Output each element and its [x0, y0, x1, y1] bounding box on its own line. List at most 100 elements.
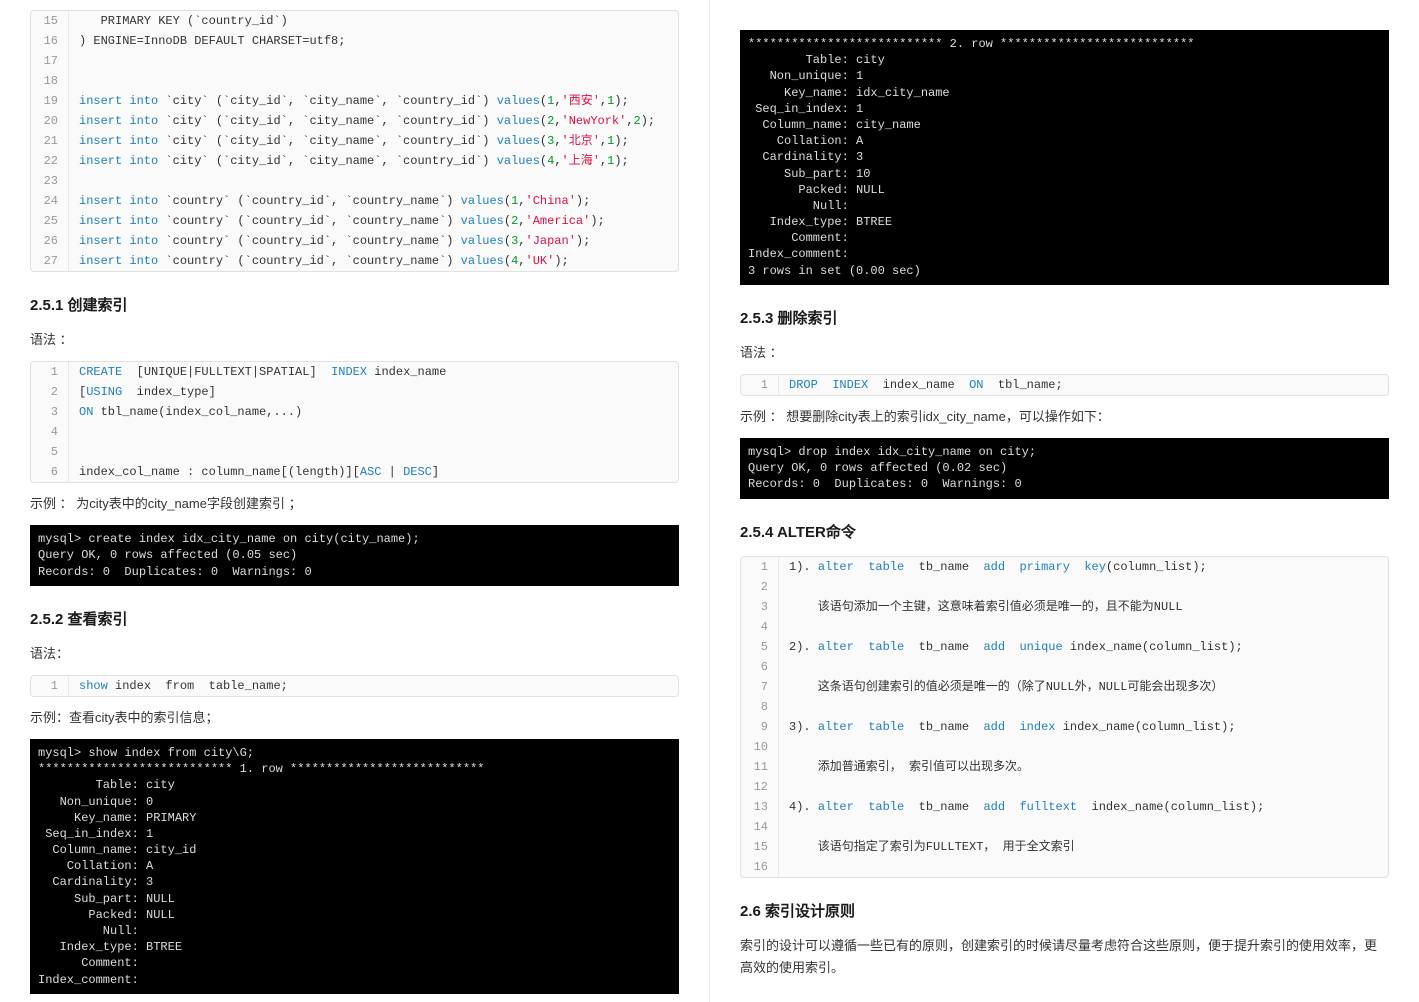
code-content: [779, 737, 1388, 757]
code-line: 12: [741, 777, 1388, 797]
drop-index-terminal: mysql> drop index idx_city_name on city;…: [740, 438, 1389, 499]
code-content: [779, 817, 1388, 837]
code-content: 这条语句创建索引的值必须是唯一的（除了NULL外，NULL可能会出现多次）: [779, 677, 1388, 697]
code-content: [779, 857, 1388, 877]
code-content: ) ENGINE=InnoDB DEFAULT CHARSET=utf8;: [69, 31, 678, 51]
code-line: 5: [31, 442, 678, 462]
line-number: 22: [31, 151, 69, 171]
code-content: insert into `country` (`country_id`, `co…: [69, 231, 678, 251]
create-table-code: 15 PRIMARY KEY (`country_id`)16) ENGINE=…: [30, 10, 679, 272]
code-line: 22insert into `city` (`city_id`, `city_n…: [31, 151, 678, 171]
line-number: 3: [741, 597, 779, 617]
code-content: [779, 657, 1388, 677]
code-line: 52). alter table tb_name add unique inde…: [741, 637, 1388, 657]
code-content: 1). alter table tb_name add primary key(…: [779, 557, 1388, 577]
code-content: [779, 577, 1388, 597]
line-number: 6: [741, 657, 779, 677]
line-number: 2: [31, 382, 69, 402]
code-content: 该语句指定了索引为FULLTEXT， 用于全文索引: [779, 837, 1388, 857]
line-number: 8: [741, 697, 779, 717]
code-content: [779, 777, 1388, 797]
heading-252: 2.5.2 查看索引: [30, 608, 679, 629]
code-content: [USING index_type]: [69, 382, 678, 402]
code-line: 8: [741, 697, 1388, 717]
line-number: 25: [31, 211, 69, 231]
code-content: DROP INDEX index_name ON tbl_name;: [779, 375, 1388, 395]
line-number: 18: [31, 71, 69, 91]
heading-26: 2.6 索引设计原则: [740, 900, 1389, 921]
line-number: 12: [741, 777, 779, 797]
line-number: 16: [741, 857, 779, 877]
code-line: 3 该语句添加一个主键，这意味着索引值必须是唯一的，且不能为NULL: [741, 597, 1388, 617]
code-content: 4). alter table tb_name add fulltext ind…: [779, 797, 1388, 817]
code-content: [779, 617, 1388, 637]
code-line: 26insert into `country` (`country_id`, `…: [31, 231, 678, 251]
code-content: show index from table_name;: [69, 676, 678, 696]
show-index-terminal: mysql> show index from city\G; *********…: [30, 739, 679, 994]
line-number: 9: [741, 717, 779, 737]
line-number: 6: [31, 462, 69, 482]
line-number: 15: [741, 837, 779, 857]
code-line: 16) ENGINE=InnoDB DEFAULT CHARSET=utf8;: [31, 31, 678, 51]
code-line: 11). alter table tb_name add primary key…: [741, 557, 1388, 577]
line-number: 15: [31, 11, 69, 31]
code-line: 15 PRIMARY KEY (`country_id`): [31, 11, 678, 31]
line-number: 13: [741, 797, 779, 817]
code-line: 23: [31, 171, 678, 191]
code-line: 24insert into `country` (`country_id`, `…: [31, 191, 678, 211]
alter-command-code: 11). alter table tb_name add primary key…: [740, 556, 1389, 878]
code-content: [69, 171, 678, 191]
code-content: insert into `city` (`city_id`, `city_nam…: [69, 151, 678, 171]
code-line: 27insert into `country` (`country_id`, `…: [31, 251, 678, 271]
code-line: 3ON tbl_name(index_col_name,...): [31, 402, 678, 422]
line-number: 4: [31, 422, 69, 442]
show-index-terminal-row2: *************************** 2. row *****…: [740, 30, 1389, 285]
code-line: 1show index from table_name;: [31, 676, 678, 696]
code-content: index_col_name : column_name[(length)][A…: [69, 462, 678, 482]
code-content: CREATE [UNIQUE|FULLTEXT|SPATIAL] INDEX i…: [69, 362, 678, 382]
code-line: 14: [741, 817, 1388, 837]
line-number: 5: [31, 442, 69, 462]
code-content: PRIMARY KEY (`country_id`): [69, 11, 678, 31]
line-number: 4: [741, 617, 779, 637]
code-content: [69, 422, 678, 442]
heading-254: 2.5.4 ALTER命令: [740, 521, 1389, 542]
code-content: 该语句添加一个主键，这意味着索引值必须是唯一的，且不能为NULL: [779, 597, 1388, 617]
code-line: 1DROP INDEX index_name ON tbl_name;: [741, 375, 1388, 395]
code-line: 2[USING index_type]: [31, 382, 678, 402]
create-index-terminal: mysql> create index idx_city_name on cit…: [30, 525, 679, 586]
line-number: 1: [741, 557, 779, 577]
example-label: 示例 ： 想要删除city表上的索引idx_city_name，可以操作如下：: [740, 406, 1389, 428]
code-line: 11 添加普通索引， 索引值可以出现多次。: [741, 757, 1388, 777]
code-content: insert into `city` (`city_id`, `city_nam…: [69, 91, 678, 111]
line-number: 7: [741, 677, 779, 697]
code-content: 2). alter table tb_name add unique index…: [779, 637, 1388, 657]
create-index-syntax: 1CREATE [UNIQUE|FULLTEXT|SPATIAL] INDEX …: [30, 361, 679, 483]
syntax-label: 语法：: [30, 643, 679, 665]
index-design-paragraph: 索引的设计可以遵循一些已有的原则，创建索引的时候请尽量考虑符合这些原则，便于提升…: [740, 935, 1389, 979]
code-line: 7 这条语句创建索引的值必须是唯一的（除了NULL外，NULL可能会出现多次）: [741, 677, 1388, 697]
show-index-syntax: 1show index from table_name;: [30, 675, 679, 697]
line-number: 17: [31, 51, 69, 71]
line-number: 20: [31, 111, 69, 131]
line-number: 16: [31, 31, 69, 51]
code-content: insert into `city` (`city_id`, `city_nam…: [69, 131, 678, 151]
code-line: 16: [741, 857, 1388, 877]
line-number: 19: [31, 91, 69, 111]
line-number: 3: [31, 402, 69, 422]
code-line: 15 该语句指定了索引为FULLTEXT， 用于全文索引: [741, 837, 1388, 857]
code-line: 1CREATE [UNIQUE|FULLTEXT|SPATIAL] INDEX …: [31, 362, 678, 382]
heading-253: 2.5.3 删除索引: [740, 307, 1389, 328]
code-content: [779, 697, 1388, 717]
code-content: ON tbl_name(index_col_name,...): [69, 402, 678, 422]
code-line: 4: [741, 617, 1388, 637]
code-line: 10: [741, 737, 1388, 757]
line-number: 5: [741, 637, 779, 657]
code-line: 19insert into `city` (`city_id`, `city_n…: [31, 91, 678, 111]
line-number: 23: [31, 171, 69, 191]
line-number: 26: [31, 231, 69, 251]
code-line: 6: [741, 657, 1388, 677]
line-number: 2: [741, 577, 779, 597]
code-line: 93). alter table tb_name add index index…: [741, 717, 1388, 737]
code-content: 3). alter table tb_name add index index_…: [779, 717, 1388, 737]
